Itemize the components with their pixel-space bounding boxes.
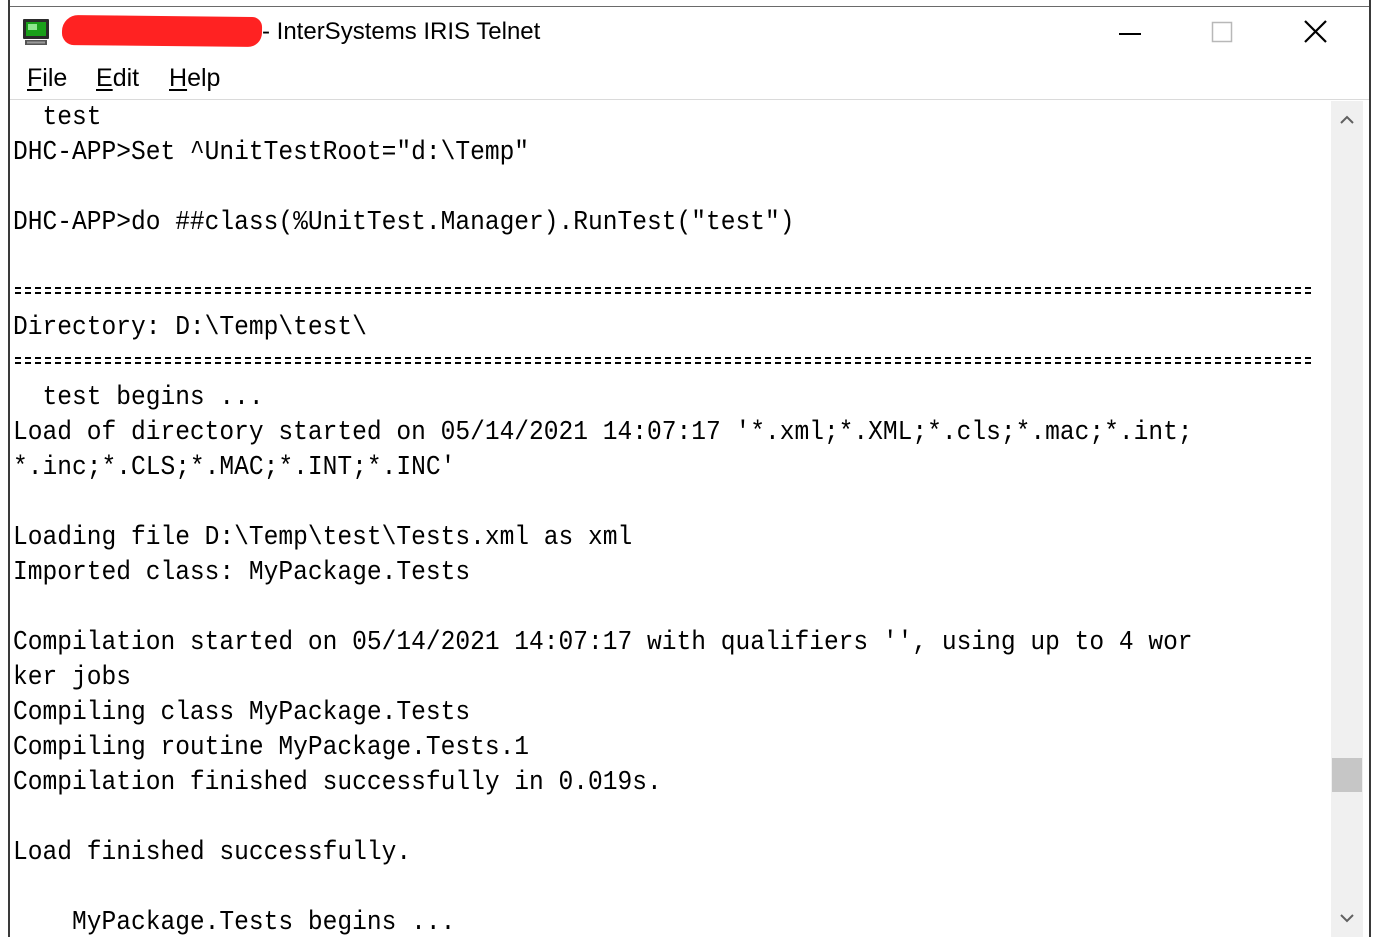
terminal-line: MyPackage.Tests begins ... [13,908,456,937]
maximize-button[interactable] [1175,7,1269,57]
terminal-output[interactable]: test DHC-APP>Set ^UnitTestRoot="d:\Temp" D… [13,101,1331,937]
menu-help-mnemonic: H [169,64,188,92]
menu-file[interactable]: File [27,64,67,93]
terminal-line: Load of directory started on 05/14/2021 … [13,418,1193,448]
terminal-line: Compilation started on 05/14/2021 14:07:… [13,628,1193,658]
chevron-up-icon [1340,115,1354,124]
minimize-icon [1119,33,1141,35]
terminal-line: *.inc;*.CLS;*.MAC;*.INT;*.INC' [13,453,456,483]
terminal-line: Compiling class MyPackage.Tests [13,698,471,728]
separator-rule [15,286,1311,296]
close-button[interactable] [1267,7,1361,57]
vertical-scrollbar[interactable] [1331,101,1363,937]
menu-file-label: ile [42,64,68,92]
chevron-down-icon [1340,914,1354,923]
telnet-window: - InterSystems IRIS Telnet File Edit Hel… [0,0,1375,937]
menu-help[interactable]: Help [169,64,220,93]
terminal-line: test [13,103,102,133]
window-title: - InterSystems IRIS Telnet [262,18,541,45]
minimize-button[interactable] [1083,7,1177,57]
menu-bar: File Edit Help [10,57,1369,101]
terminal-line: Imported class: MyPackage.Tests [13,558,471,588]
separator-rule [15,356,1311,366]
menu-help-label: elp [187,64,221,92]
maximize-icon [1211,21,1233,43]
window-left-border [8,0,10,937]
window-right-border [1369,0,1371,937]
menu-divider [10,99,1369,100]
terminal-line: Compilation finished successfully in 0.0… [13,768,662,798]
title-bar[interactable]: - InterSystems IRIS Telnet [10,7,1369,57]
menu-file-mnemonic: F [27,64,43,92]
redacted-hostname [61,14,263,48]
menu-edit[interactable]: Edit [96,64,139,93]
terminal-line: Loading file D:\Temp\test\Tests.xml as x… [13,523,633,553]
terminal-line: Load finished successfully. [13,838,412,868]
terminal-app-icon[interactable] [22,18,50,46]
scroll-down-button[interactable] [1331,901,1363,937]
terminal-line: ker jobs [13,663,131,693]
scroll-up-button[interactable] [1331,101,1363,137]
terminal-line: DHC-APP>do ##class(%UnitTest.Manager).Ru… [13,208,795,238]
menu-edit-label: dit [112,64,140,92]
terminal-line: Compiling routine MyPackage.Tests.1 [13,733,530,763]
scrollbar-thumb[interactable] [1332,758,1362,792]
close-icon [1304,20,1327,43]
terminal-line: test begins ... [13,383,264,413]
terminal-line: Directory: D:\Temp\test\ [13,313,367,343]
terminal-line: DHC-APP>Set ^UnitTestRoot="d:\Temp" [13,138,530,168]
menu-edit-mnemonic: E [96,64,113,92]
